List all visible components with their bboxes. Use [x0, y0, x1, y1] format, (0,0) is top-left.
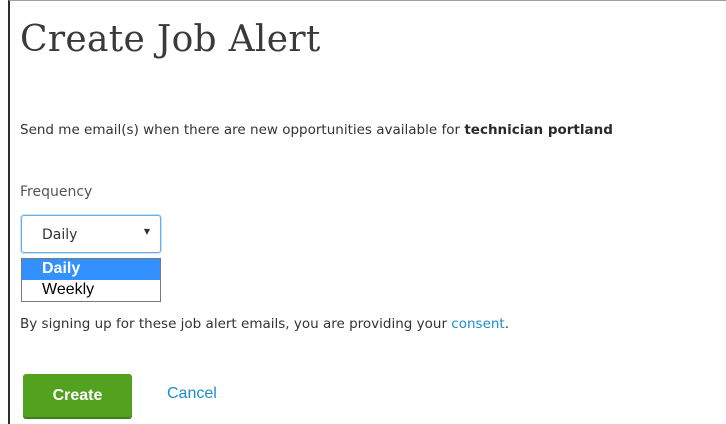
create-button[interactable]: Create	[23, 374, 132, 417]
consent-link[interactable]: consent	[451, 316, 504, 332]
consent-notice: By signing up for these job alert emails…	[20, 316, 509, 332]
frequency-option-daily[interactable]: Daily	[22, 259, 160, 280]
frequency-selected-value: Daily	[42, 227, 78, 243]
frequency-dropdown-list: Daily Weekly	[21, 258, 161, 302]
description-text: Send me email(s) when there are new oppo…	[20, 122, 465, 138]
caret-down-icon: ▼	[143, 227, 150, 236]
create-job-alert-dialog: Create Job Alert Send me email(s) when t…	[8, 0, 726, 424]
search-keyword: technician portland	[464, 122, 613, 138]
cancel-link[interactable]: Cancel	[167, 385, 217, 403]
alert-description: Send me email(s) when there are new oppo…	[20, 122, 613, 138]
dialog-title: Create Job Alert	[20, 19, 321, 60]
frequency-label: Frequency	[20, 184, 93, 200]
frequency-select[interactable]: Daily ▼	[21, 215, 161, 253]
consent-text: By signing up for these job alert emails…	[20, 316, 452, 332]
frequency-option-weekly[interactable]: Weekly	[22, 280, 160, 301]
consent-period: .	[504, 316, 510, 332]
